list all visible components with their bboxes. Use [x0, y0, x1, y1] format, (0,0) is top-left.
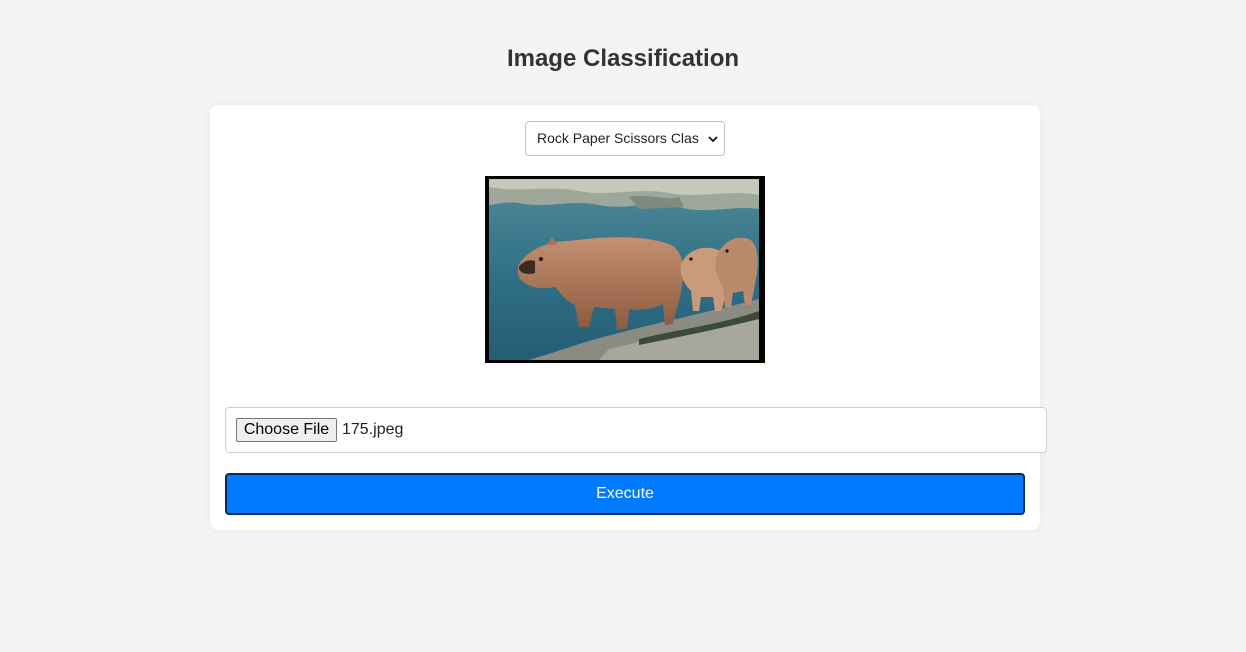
chevron-down-icon: [708, 136, 718, 143]
choose-file-button[interactable]: Choose File: [236, 418, 337, 442]
file-input[interactable]: Choose File 175.jpeg: [225, 407, 1047, 453]
model-select[interactable]: Rock Paper Scissors Clas: [525, 121, 725, 156]
selected-file-name: 175.jpeg: [342, 421, 404, 438]
image-preview: [485, 176, 765, 363]
bear-photo: [489, 179, 759, 360]
model-select-value: Rock Paper Scissors Clas: [537, 130, 699, 146]
page-title: Image Classification: [506, 45, 740, 72]
classification-card: Rock Paper Scissors Clas Choose File 175…: [210, 105, 1047, 530]
execute-button[interactable]: Execute: [225, 473, 1025, 515]
